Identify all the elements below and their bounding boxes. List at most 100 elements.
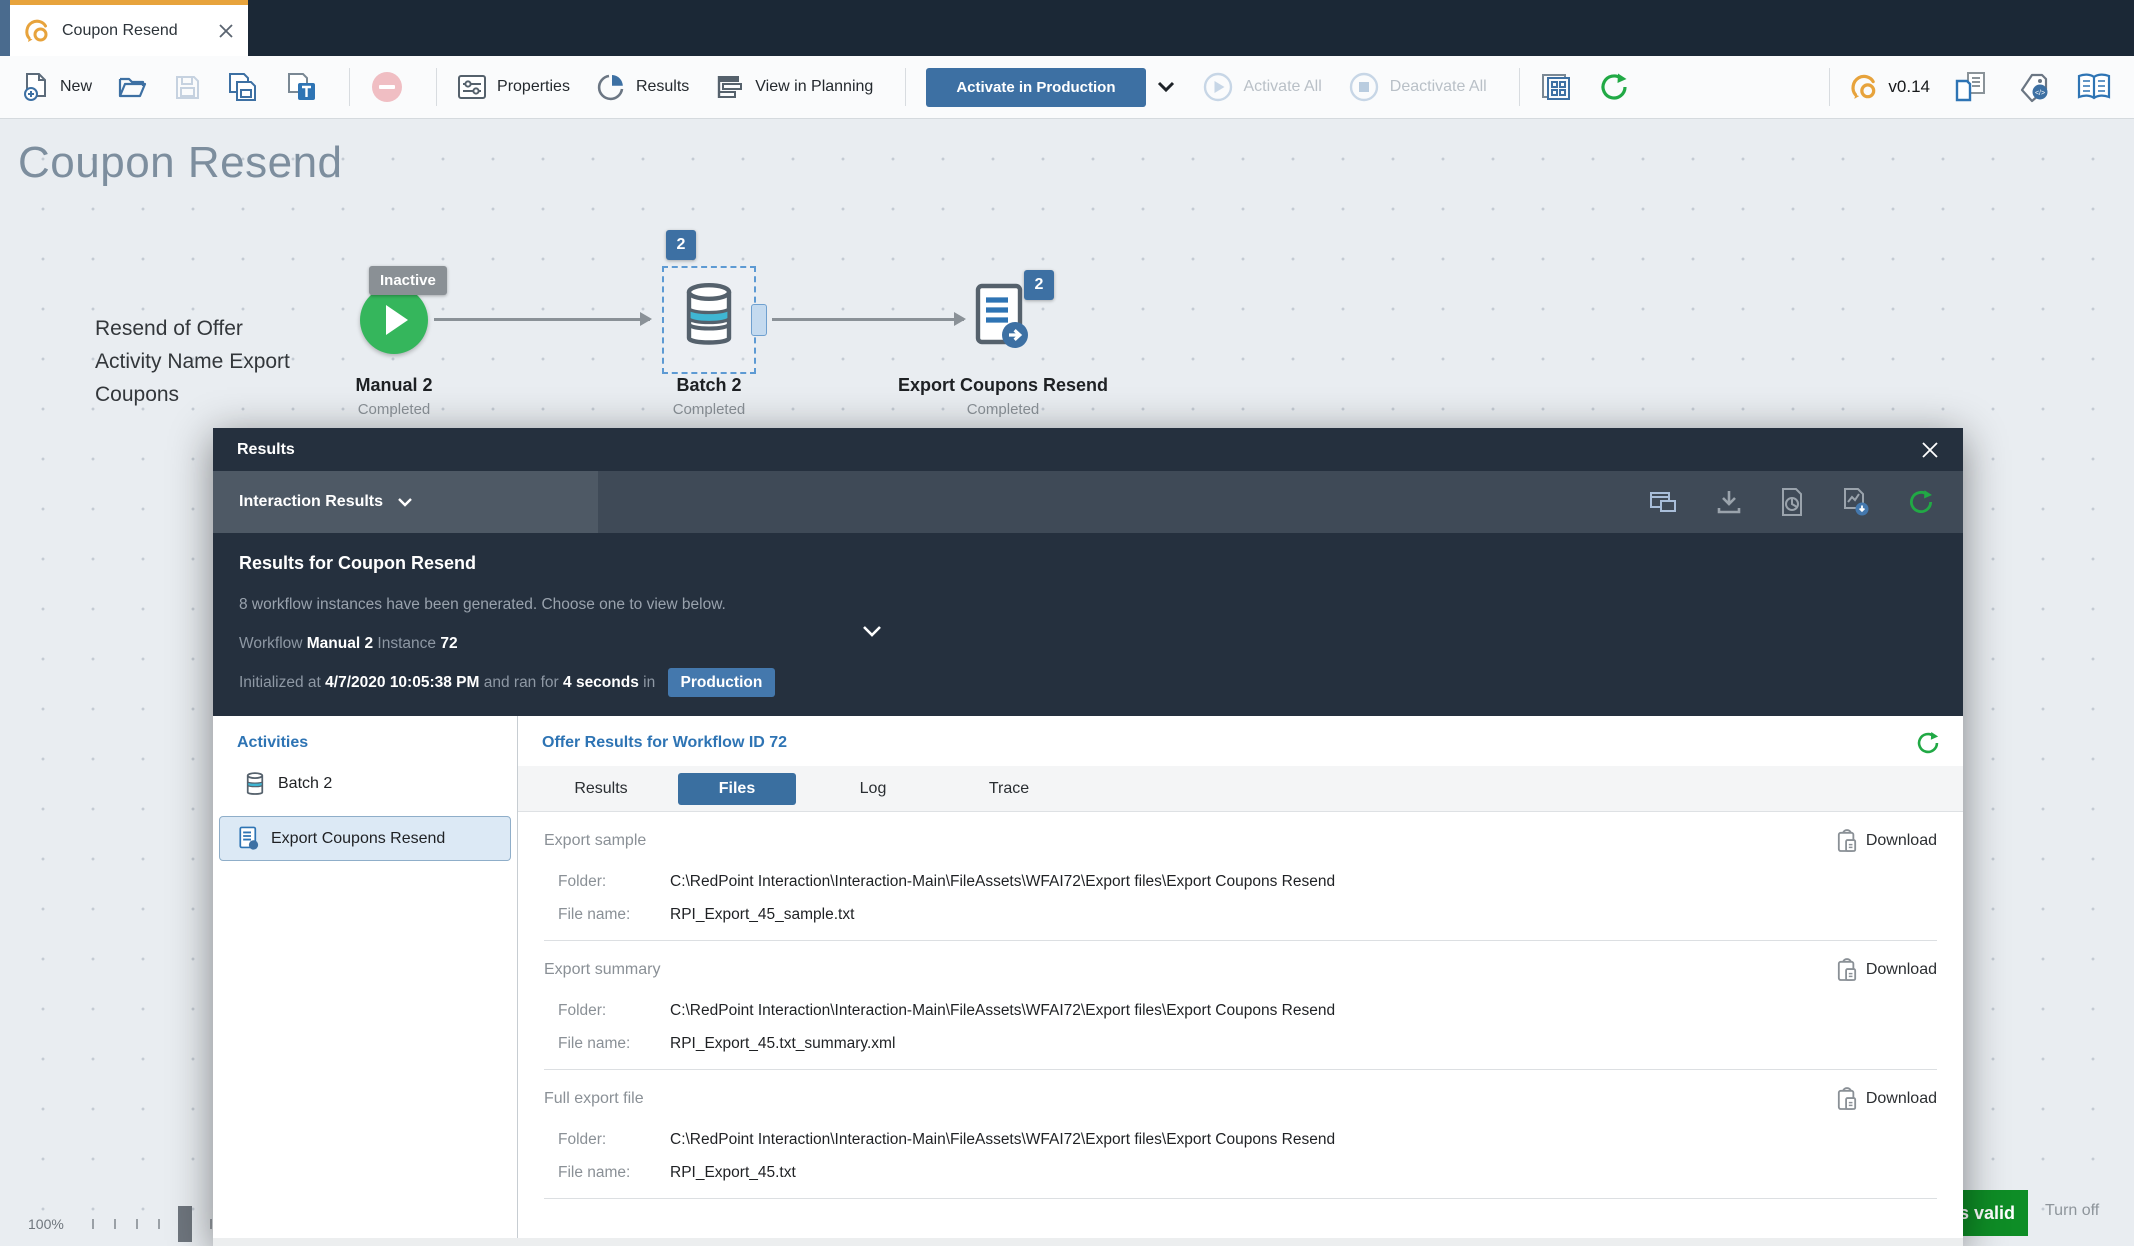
node-name: Export Coupons Resend xyxy=(873,375,1133,396)
copy-window-icon[interactable] xyxy=(1649,489,1679,515)
dialog-bottom-strip xyxy=(213,1238,1963,1246)
results-type-dropdown[interactable]: Interaction Results xyxy=(213,471,598,533)
file-name-value: RPI_Export_45.txt_summary.xml xyxy=(670,1035,895,1053)
node-output-port[interactable] xyxy=(751,304,767,336)
open-folder-icon xyxy=(118,74,148,100)
instance-expand-chevron[interactable] xyxy=(861,625,883,639)
tab-coupon-resend[interactable]: Coupon Resend xyxy=(10,0,248,56)
refresh-icon[interactable] xyxy=(1915,730,1941,756)
new-button[interactable]: New xyxy=(22,72,92,102)
toolbar-separator xyxy=(1519,68,1520,106)
node-label-manual-2: Manual 2 Completed xyxy=(264,375,524,418)
properties-button[interactable]: Properties xyxy=(457,74,570,100)
file-section-export-sample: Export sample Download Folder:C:\RedPoin… xyxy=(544,812,1937,941)
node-name: Manual 2 xyxy=(264,375,524,396)
tags-button[interactable]: </> xyxy=(2016,71,2050,103)
page-title: Coupon Resend xyxy=(18,138,343,188)
save-as-template-button[interactable] xyxy=(285,72,317,102)
zoom-control: 100% xyxy=(28,1206,244,1242)
instance-value: 72 xyxy=(440,635,457,652)
node-label-export-coupons-resend: Export Coupons Resend Completed xyxy=(873,375,1133,418)
report-document-icon[interactable] xyxy=(1779,487,1805,517)
export-file-icon xyxy=(238,826,259,851)
activate-options-chevron[interactable] xyxy=(1156,80,1176,94)
results-label: Results xyxy=(636,78,689,96)
zoom-level-label: 100% xyxy=(28,1216,64,1232)
download-button[interactable]: Download xyxy=(1837,829,1937,853)
node-manual-2[interactable] xyxy=(360,286,428,354)
remove-button xyxy=(370,70,404,104)
tab-title: Coupon Resend xyxy=(62,22,206,40)
refresh-icon[interactable] xyxy=(1907,488,1935,516)
deactivate-all-label: Deactivate All xyxy=(1390,78,1487,96)
offer-results-panel: Offer Results for Workflow ID 72 Results… xyxy=(518,716,1963,1246)
file-manager-button[interactable] xyxy=(1954,71,1990,103)
chevron-down-icon xyxy=(1156,80,1176,94)
toolbar-separator xyxy=(1829,68,1830,106)
planning-icon xyxy=(715,73,745,101)
file-name-label: File name: xyxy=(558,1035,670,1053)
tab-trace[interactable]: Trace xyxy=(950,773,1068,805)
results-heading: Results for Coupon Resend xyxy=(239,553,1937,574)
properties-icon xyxy=(457,74,487,100)
refresh-button[interactable] xyxy=(1598,71,1630,103)
tab-close-icon[interactable] xyxy=(218,23,234,39)
offer-results-heading: Offer Results for Workflow ID 72 xyxy=(518,716,1963,752)
environment-badge: Production xyxy=(668,668,776,697)
section-title: Export summary xyxy=(544,961,660,979)
download-label: Download xyxy=(1866,832,1937,850)
instance-count-badge: 2 xyxy=(666,230,696,260)
ran-value: 4 seconds xyxy=(563,674,639,691)
node-batch-2[interactable] xyxy=(662,266,756,374)
download-results-icon[interactable] xyxy=(1715,488,1743,516)
activate-in-production-button[interactable]: Activate in Production xyxy=(926,68,1145,107)
save-all-button[interactable] xyxy=(227,72,259,102)
new-document-icon xyxy=(22,72,50,102)
export-report-icon[interactable] xyxy=(1841,487,1871,517)
folder-value: C:\RedPoint Interaction\Interaction-Main… xyxy=(670,1002,1335,1020)
save-icon xyxy=(174,74,201,101)
folder-label: Folder: xyxy=(558,1002,670,1020)
tag-code-icon: </> xyxy=(2016,71,2050,103)
toolbar-right-group: v0.14 </> xyxy=(1823,68,2112,106)
zoom-slider-handle[interactable] xyxy=(178,1206,192,1242)
activity-label: Batch 2 xyxy=(278,775,332,793)
dialog-close-icon[interactable] xyxy=(1921,441,1939,459)
app-logo-icon xyxy=(24,18,50,44)
tab-results[interactable]: Results xyxy=(542,773,660,805)
results-subtitle: 8 workflow instances have been generated… xyxy=(239,596,1937,614)
app-logo-icon xyxy=(1850,73,1878,101)
download-button[interactable]: Download xyxy=(1837,958,1937,982)
activities-heading: Activities xyxy=(213,734,517,752)
download-label: Download xyxy=(1866,1090,1937,1108)
folder-document-icon xyxy=(1954,71,1990,103)
main-toolbar: New Properties Results View in Plann xyxy=(0,56,2134,119)
ran-label: and ran for xyxy=(484,674,559,691)
stop-circle-icon xyxy=(1348,71,1380,103)
tab-log[interactable]: Log xyxy=(814,773,932,805)
connector-arrow xyxy=(434,318,650,321)
turn-off-link[interactable]: Turn off xyxy=(2045,1202,2099,1220)
window-edge-strip xyxy=(0,0,10,56)
remove-circle-icon xyxy=(370,70,404,104)
open-button[interactable] xyxy=(118,74,148,100)
download-button[interactable]: Download xyxy=(1837,1087,1937,1111)
file-name-value: RPI_Export_45_sample.txt xyxy=(670,906,854,924)
section-title: Full export file xyxy=(544,1090,644,1108)
connector-arrow xyxy=(772,318,964,321)
node-export-coupons-resend[interactable] xyxy=(972,282,1030,357)
activity-item-export-coupons-resend[interactable]: Export Coupons Resend xyxy=(219,816,511,861)
view-in-planning-button[interactable]: View in Planning xyxy=(715,73,873,101)
tab-files[interactable]: Files xyxy=(678,773,796,805)
results-type-bar: Interaction Results xyxy=(213,471,1963,533)
inactive-badge: Inactive xyxy=(369,266,447,295)
view-in-planning-label: View in Planning xyxy=(755,78,873,96)
documentation-button[interactable] xyxy=(2076,72,2112,102)
results-button[interactable]: Results xyxy=(596,72,689,102)
window-layout-button[interactable] xyxy=(1540,72,1572,102)
activity-item-batch-2[interactable]: Batch 2 xyxy=(219,762,511,806)
file-name-label: File name: xyxy=(558,1164,670,1182)
folder-label: Folder: xyxy=(558,1131,670,1149)
node-name: Batch 2 xyxy=(579,375,839,396)
dialog-title: Results xyxy=(237,441,1921,459)
